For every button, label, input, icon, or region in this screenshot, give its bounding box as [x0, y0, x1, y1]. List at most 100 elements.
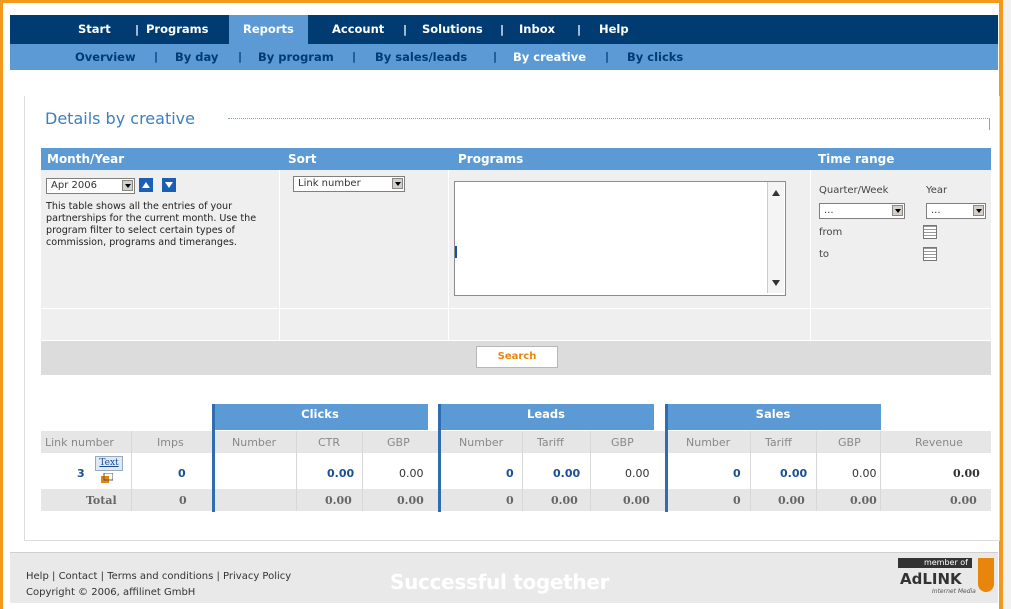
row-imps[interactable]: 0 — [178, 467, 186, 480]
footer-terms-link[interactable]: Terms and conditions — [107, 571, 213, 582]
col-revenue[interactable]: Revenue — [915, 436, 963, 449]
sort-select[interactable]: Link number — [293, 176, 405, 192]
top-nav: Start | Programs Reports Account | Solut… — [10, 15, 998, 44]
col-sales-tariff[interactable]: Tariff — [765, 436, 792, 449]
footer-separator: | — [216, 571, 220, 582]
nav-separator: | — [403, 23, 408, 36]
arrow-up-icon — [142, 182, 150, 188]
total-revenue: 0.00 — [950, 494, 977, 507]
row-link-number[interactable]: 3 — [77, 467, 85, 480]
logo-member-of: member of — [898, 558, 972, 568]
text-creative-badge[interactable]: Text — [95, 456, 123, 471]
row-clicks-gbp: 0.00 — [399, 467, 424, 480]
clicks-group-header: Clicks — [212, 404, 428, 430]
subnav-separator: | — [352, 50, 357, 63]
calendar-from-icon[interactable] — [923, 225, 937, 239]
panel-divider — [279, 170, 280, 340]
logo-mark-icon — [978, 558, 994, 592]
scrollbar-arrows-icon — [772, 190, 780, 286]
nav-solutions[interactable]: Solutions — [422, 15, 483, 44]
total-label: Total — [86, 494, 117, 507]
quarter-week-select[interactable]: ... — [819, 203, 905, 219]
subnav-overview[interactable]: Overview — [75, 44, 136, 70]
nav-programs[interactable]: Programs — [146, 15, 209, 44]
month-select-value: Apr 2006 — [51, 180, 97, 191]
subnav-by-sales-leads[interactable]: By sales/leads — [375, 44, 467, 70]
col-sales-number[interactable]: Number — [686, 436, 730, 449]
col-link-number[interactable]: Link number — [45, 436, 114, 449]
adlink-logo[interactable]: member of AdLINK Internet Media — [898, 558, 1000, 596]
total-sales-tariff: 0.00 — [778, 494, 805, 507]
programs-scrollbar[interactable] — [767, 182, 784, 293]
logo-subtext: Internet Media — [932, 588, 976, 595]
subnav-by-clicks[interactable]: By clicks — [627, 44, 683, 70]
col-ctr[interactable]: CTR — [318, 436, 340, 449]
row-sales-tariff: 0.00 — [780, 467, 808, 480]
leads-group-border — [438, 404, 441, 512]
col-clicks-number[interactable]: Number — [232, 436, 276, 449]
panel-divider — [448, 170, 449, 340]
leads-group-header: Leads — [438, 404, 654, 430]
nav-inbox[interactable]: Inbox — [519, 15, 555, 44]
month-up-button[interactable] — [139, 178, 153, 192]
total-leads-number: 0 — [506, 494, 514, 507]
nav-help[interactable]: Help — [599, 15, 629, 44]
subnav-by-creative[interactable]: By creative — [513, 44, 586, 70]
footer-links: Help | Contact | Terms and conditions | … — [26, 571, 291, 582]
search-button[interactable]: Search — [476, 346, 558, 368]
chevron-down-icon — [392, 178, 403, 189]
month-select[interactable]: Apr 2006 — [46, 178, 135, 194]
row-sales-number[interactable]: 0 — [733, 467, 741, 480]
row-sales-gbp: 0.00 — [852, 467, 877, 480]
total-leads-tariff: 0.00 — [551, 494, 578, 507]
grid-line — [590, 431, 591, 511]
sort-label: Sort — [288, 152, 317, 166]
nav-separator: | — [577, 23, 582, 36]
grid-line — [362, 431, 363, 511]
footer-contact-link[interactable]: Contact — [59, 571, 98, 582]
subnav-separator: | — [238, 50, 243, 63]
sort-select-value: Link number — [298, 178, 361, 189]
from-label: from — [819, 227, 843, 238]
programs-listbox[interactable] — [454, 181, 786, 296]
footer-privacy-link[interactable]: Privacy Policy — [223, 571, 291, 582]
copyright: Copyright © 2006, affilinet GmbH — [26, 587, 196, 598]
nav-account[interactable]: Account — [332, 15, 384, 44]
footer-separator: | — [52, 571, 56, 582]
calendar-to-icon[interactable] — [923, 247, 937, 261]
col-imps[interactable]: Imps — [157, 436, 184, 449]
total-imps: 0 — [179, 494, 187, 507]
creative-preview-icon[interactable] — [101, 472, 114, 483]
nav-reports[interactable]: Reports — [229, 15, 308, 44]
row-revenue: 0.00 — [953, 467, 980, 480]
title-divider-end — [989, 118, 990, 130]
quarter-week-label: Quarter/Week — [819, 185, 889, 196]
month-year-label: Month/Year — [47, 152, 125, 166]
total-ctr: 0.00 — [325, 494, 352, 507]
listbox-caret — [455, 246, 457, 258]
col-leads-gbp[interactable]: GBP — [611, 436, 634, 449]
subnav-by-program[interactable]: By program — [258, 44, 334, 70]
subnav-by-day[interactable]: By day — [175, 44, 218, 70]
month-down-button[interactable] — [162, 178, 176, 192]
logo-text: AdLINK — [900, 570, 962, 588]
panel-divider — [41, 308, 991, 309]
col-clicks-gbp[interactable]: GBP — [387, 436, 410, 449]
chevron-down-icon — [122, 180, 133, 191]
col-sales-gbp[interactable]: GBP — [838, 436, 861, 449]
grid-line — [131, 431, 132, 511]
to-label: to — [819, 249, 830, 260]
total-clicks-gbp: 0.00 — [397, 494, 424, 507]
sub-nav: Overview | By day | By program | By sale… — [10, 44, 998, 70]
year-select[interactable]: ... — [926, 203, 986, 219]
col-leads-number[interactable]: Number — [459, 436, 503, 449]
grid-line — [522, 431, 523, 511]
row-leads-number[interactable]: 0 — [506, 467, 514, 480]
footer-help-link[interactable]: Help — [26, 571, 49, 582]
time-range-label: Time range — [818, 152, 895, 166]
page-title: Details by creative — [45, 109, 195, 128]
nav-start[interactable]: Start — [78, 15, 111, 44]
year-label: Year — [926, 185, 948, 196]
col-leads-tariff[interactable]: Tariff — [537, 436, 564, 449]
filter-description: This table shows all the entries of your… — [46, 201, 257, 248]
